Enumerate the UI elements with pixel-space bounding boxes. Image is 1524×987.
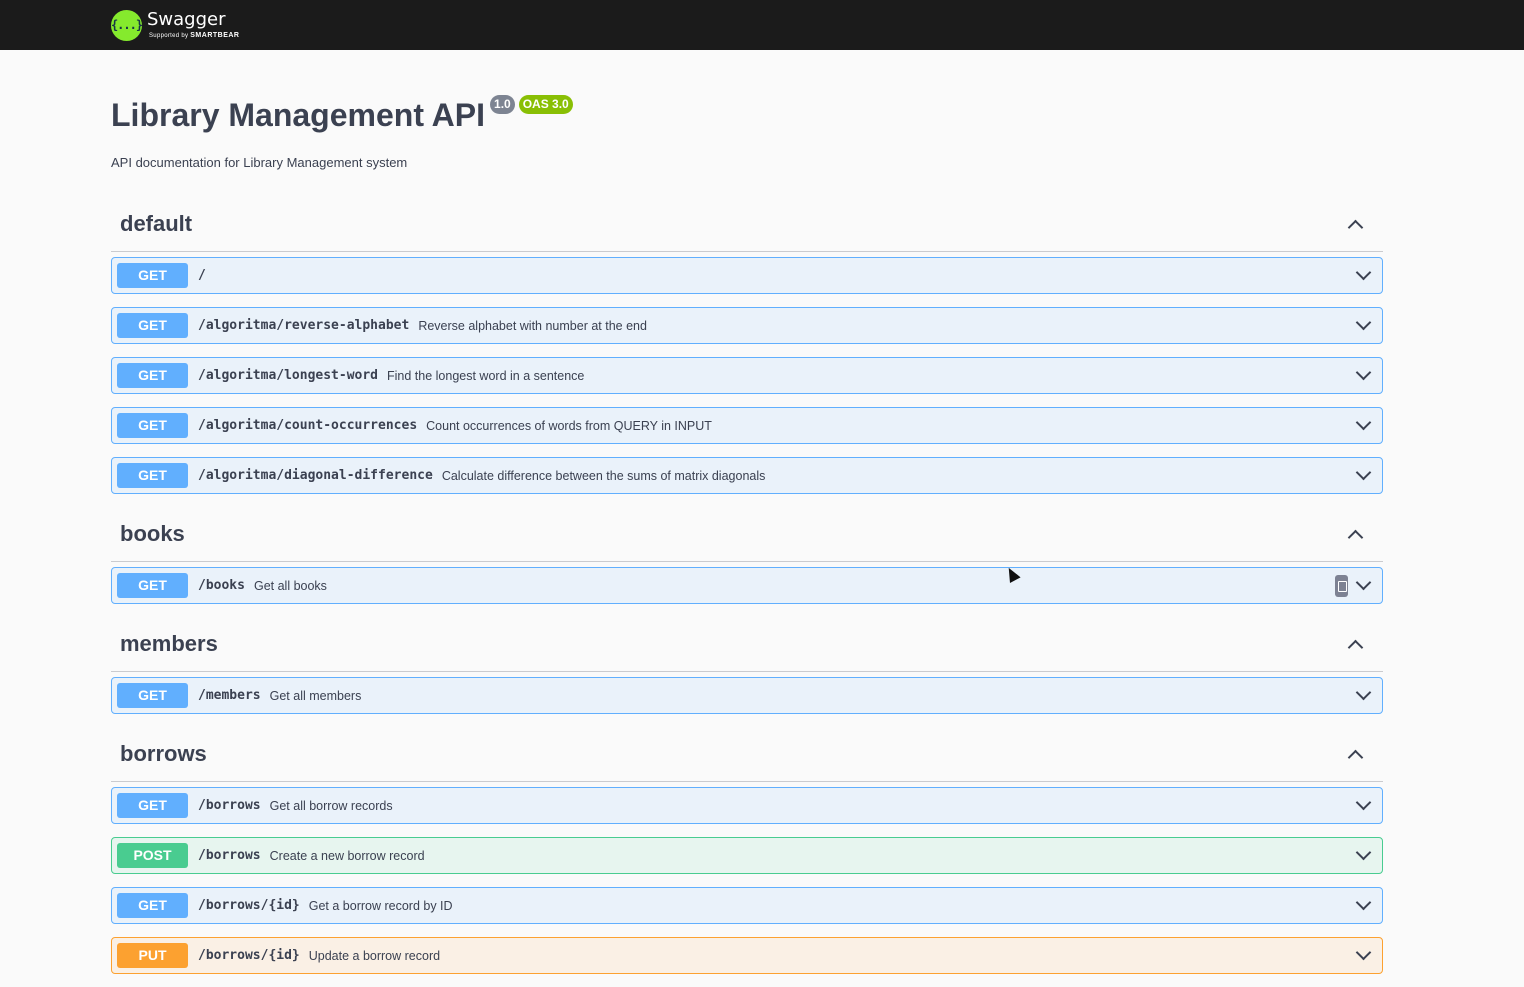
chevron-down-icon[interactable] [1355,794,1372,811]
method-badge: GET [117,463,188,488]
chevron-down-icon[interactable] [1355,684,1372,701]
operation-summary: Update a borrow record [308,948,441,963]
smartbear-label: SMARTBEAR [190,32,240,39]
operation-row[interactable]: GET/algoritma/count-occurrences Count occ… [111,407,1383,444]
tag-section-default: default GET / GET/algoritma/reverse-alphabe… [111,197,1383,494]
method-badge: GET [117,263,188,288]
operation-path: /members [198,688,261,703]
tag-header-borrows[interactable]: borrows [111,727,1383,782]
copy-to-clipboard-icon[interactable] [1335,575,1348,597]
operation-summary: Find the longest word in a sentence [387,368,585,383]
operation-summary: Get all borrow records [269,798,393,813]
page-title: Library Management API [111,97,486,133]
operation-row[interactable]: GET/members Get all members [111,677,1383,714]
operation-summary: Get a borrow record by ID [308,898,453,913]
chevron-down-icon[interactable] [1355,264,1372,281]
operation-summary: Count occurrences of words from QUERY in… [426,418,712,433]
chevron-down-icon[interactable] [1355,414,1372,431]
brand-name: Swagger [147,9,226,30]
tag-name: borrows [120,741,207,766]
operation-path: /borrows/{id} [198,898,300,913]
operation-path: /books [198,578,245,593]
operation-path: /borrows [198,798,261,813]
operation-summary: Get all books [253,578,327,593]
operation-path: /algoritma/reverse-alphabet [198,318,410,333]
tag-section-members: members GET/members Get all members [111,617,1383,714]
api-info: Library Management API 1.0 OAS 3.0 API d… [111,50,1383,170]
swagger-logo-icon: {...} [111,9,143,41]
tag-name: books [120,521,185,546]
operation-summary: Get all members [269,688,362,703]
title-row: Library Management API 1.0 OAS 3.0 [111,95,1383,133]
operation-summary: Calculate difference between the sums of… [441,468,766,483]
operation-row[interactable]: POST/borrows Create a new borrow record [111,837,1383,874]
chevron-down-icon[interactable] [1355,314,1372,331]
operation-row[interactable]: GET/borrows Get all borrow records [111,787,1383,824]
swagger-logo[interactable]: {...} Swagger Supported by SMARTBEAR [111,9,240,41]
chevron-down-icon[interactable] [1355,574,1372,591]
operation-summary: Reverse alphabet with number at the end [418,318,647,333]
method-badge: GET [117,893,188,918]
tag-header-default[interactable]: default [111,197,1383,252]
chevron-down-icon[interactable] [1355,944,1372,961]
operation-row[interactable]: GET/borrows/{id} Get a borrow record by I… [111,887,1383,924]
tag-name: default [120,211,193,236]
chevron-down-icon[interactable] [1355,844,1372,861]
operation-path: /algoritma/diagonal-difference [198,468,433,483]
operation-summary: Create a new borrow record [269,848,425,863]
chevron-up-icon[interactable] [1347,219,1364,235]
chevron-up-icon[interactable] [1347,529,1364,545]
tag-section-borrows: borrows GET/borrows Get all borrow records… [111,727,1383,974]
method-badge: GET [117,573,188,598]
operation-row[interactable]: GET/algoritma/longest-word Find the longe… [111,357,1383,394]
method-badge: PUT [117,943,188,968]
tag-name: members [120,631,218,656]
operation-row[interactable]: GET / [111,257,1383,294]
operations-list: default GET / GET/algoritma/reverse-alphabe… [111,197,1383,974]
operation-row[interactable]: GET/algoritma/diagonal-difference Calcula… [111,457,1383,494]
method-badge: GET [117,413,188,438]
tag-header-members[interactable]: members [111,617,1383,672]
method-badge: POST [117,843,188,868]
topbar: {...} Swagger Supported by SMARTBEAR [0,0,1524,50]
method-badge: GET [117,313,188,338]
method-badge: GET [117,793,188,818]
swagger-container: Library Management API 1.0 OAS 3.0 API d… [111,50,1383,987]
tag-section-books: books GET/books Get all books [111,507,1383,604]
chevron-up-icon[interactable] [1347,749,1364,765]
tag-header-books[interactable]: books [111,507,1383,562]
oas-badge: OAS 3.0 [518,95,573,114]
chevron-down-icon[interactable] [1355,464,1372,481]
chevron-down-icon[interactable] [1355,364,1372,381]
operation-path: /algoritma/count-occurrences [198,418,418,433]
chevron-down-icon[interactable] [1355,894,1372,911]
supported-by: Supported by SMARTBEAR [149,32,240,39]
operation-row[interactable]: PUT/borrows/{id} Update a borrow record [111,937,1383,974]
version-badge: 1.0 [490,95,515,114]
method-badge: GET [117,683,188,708]
operation-row[interactable]: GET/algoritma/reverse-alphabet Reverse al… [111,307,1383,344]
operation-path: /algoritma/longest-word [198,368,379,383]
api-description: API documentation for Library Management… [111,155,408,170]
operation-path: /borrows [198,848,261,863]
method-badge: GET [117,363,188,388]
operation-path: / [198,268,206,283]
operation-row[interactable]: GET/books Get all books [111,567,1383,604]
logo-text: Swagger Supported by SMARTBEAR [147,9,240,40]
supported-by-label: Supported by [149,33,189,39]
chevron-up-icon[interactable] [1347,639,1364,655]
